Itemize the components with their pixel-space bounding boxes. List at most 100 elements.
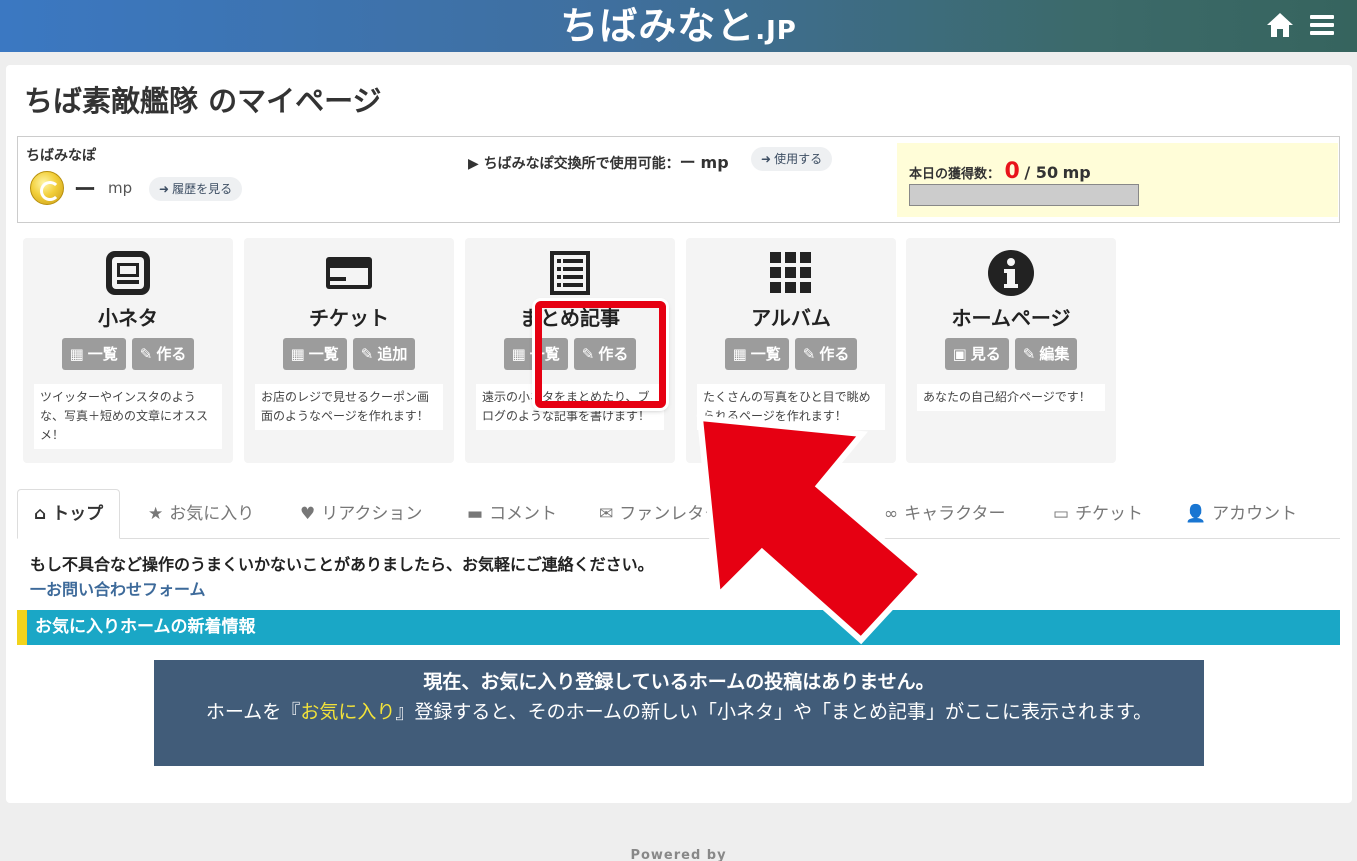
grid-icon: ▦ <box>511 345 526 363</box>
tile-description: ツイッターやインスタのような、写真＋短めの文章にオススメ！ <box>34 384 222 449</box>
edit-icon: ✎ <box>360 345 374 363</box>
grid-icon: ▦ <box>69 345 84 363</box>
tab-tickets[interactable]: ▭ チケット <box>1053 489 1143 539</box>
album-grid-icon <box>766 248 816 298</box>
tab-fanletters[interactable]: ✉ ファンレター <box>599 489 721 539</box>
edit-icon: ✎ <box>139 345 153 363</box>
tab-top[interactable]: ⌂ トップ <box>17 489 121 539</box>
favorites-news-heading: お気に入りホームの新着情報 <box>17 610 1340 645</box>
logo-suffix: .JP <box>755 16 797 46</box>
homepage-view-button[interactable]: ▣ 見る <box>944 338 1009 370</box>
grid-icon: ▦ <box>290 345 305 363</box>
info-icon <box>986 248 1036 298</box>
coin-icon <box>30 171 64 205</box>
tab-label: コメント <box>489 504 558 524</box>
tab-favorites[interactable]: ★ お気に入り <box>148 489 254 539</box>
tile-name: アルバム <box>751 306 831 330</box>
tile-description: あなたの自己紹介ページです！ <box>917 384 1105 411</box>
tile-name: ホームページ <box>951 306 1071 330</box>
tile-album: アルバム ▦ 一覧 ✎ 作る たくさんの写真をひと目で眺められるページを作れます！ <box>686 238 896 463</box>
history-button[interactable]: ➜ 履歴を見る <box>149 177 243 201</box>
button-label: 見る <box>970 345 1001 363</box>
glasses-icon: ∞ <box>884 504 899 524</box>
user-icon: 👤 <box>1185 504 1207 524</box>
site-logo[interactable]: ちばみなと.JP <box>0 0 1357 57</box>
points-balance: ー <box>74 178 97 203</box>
comment-icon: ▬ <box>467 504 484 524</box>
today-label: 本日の獲得数： <box>909 167 1001 182</box>
tab-label: トップ <box>52 504 104 524</box>
home-icon: ⌂ <box>34 504 47 524</box>
empty-description: ホームを『お気に入り』登録すると、そのホームの新しい「小ネタ」や「まとめ記事」が… <box>154 696 1204 728</box>
tile-ticket: チケット ▦ 一覧 ✎ 追加 お店のレジで見せるクーポン画面のようなページを作れます… <box>244 238 454 463</box>
tab-label: お気に入り <box>169 504 255 524</box>
news-heading-text: お気に入りホームの新着情報 <box>35 617 256 637</box>
button-label: 一覧 <box>308 345 339 363</box>
article-list-icon <box>545 248 595 298</box>
use-button[interactable]: ➜ 使用する <box>751 147 833 171</box>
ticket-list-button[interactable]: ▦ 一覧 <box>282 338 347 370</box>
edit-icon: ✎ <box>802 345 816 363</box>
use-label: 使用する <box>774 152 823 166</box>
today-unit: mp <box>1062 163 1091 182</box>
button-label: 作る <box>156 345 187 363</box>
empty-post: 』登録すると、そのホームの新しい「小ネタ」や「まとめ記事」がここに表示されます。 <box>395 701 1153 723</box>
button-label: 一覧 <box>87 345 118 363</box>
heart-icon: ♥ <box>300 504 316 524</box>
powered-by: Powered by <box>630 848 727 861</box>
image-icon: ▣ <box>952 345 967 363</box>
exchange-prefix: ▶ ちばみなぽ交換所で使用可能： <box>468 156 680 172</box>
exchange-value: ー <box>679 153 696 172</box>
hamburger-menu-icon[interactable] <box>1307 10 1337 40</box>
envelope-icon: ✉ <box>599 504 614 524</box>
empty-highlight: お気に入り <box>300 701 396 723</box>
tile-homepage: ホームページ ▣ 見る ✎ 編集 あなたの自己紹介ページです！ <box>906 238 1116 463</box>
tab-comments[interactable]: ▬ コメント <box>467 489 557 539</box>
home-icon[interactable] <box>1265 10 1295 40</box>
ticket-add-button[interactable]: ✎ 追加 <box>352 338 416 370</box>
album-create-button[interactable]: ✎ 作る <box>794 338 858 370</box>
grid-icon: ▦ <box>732 345 747 363</box>
mypage-tabs: ⌂ トップ ★ お気に入り ♥ リアクション ▬ コメント ✉ ファンレター ∞ キャラクタ… <box>17 489 1340 539</box>
today-max: / 50 <box>1024 163 1059 182</box>
ticket-card-icon <box>324 248 374 298</box>
homepage-edit-button[interactable]: ✎ 編集 <box>1014 338 1078 370</box>
tab-label: アカウント <box>1212 504 1298 524</box>
tab-account[interactable]: 👤 アカウント <box>1185 489 1297 539</box>
today-value: 0 <box>1004 159 1020 184</box>
tab-label: チケット <box>1075 504 1144 524</box>
album-list-button[interactable]: ▦ 一覧 <box>724 338 789 370</box>
edit-icon: ✎ <box>1022 345 1036 363</box>
exchange-unit: mp <box>700 153 729 172</box>
arrow-right-icon: ➜ <box>159 182 170 196</box>
history-label: 履歴を見る <box>172 182 233 196</box>
tab-label: ファンレター <box>619 504 722 524</box>
highlight-frame <box>535 301 666 408</box>
tile-konata: 小ネタ ▦ 一覧 ✎ 作る ツイッターやインスタのような、写真＋短めの文章にオススメ… <box>23 238 233 463</box>
star-icon: ★ <box>148 504 164 524</box>
tab-characters[interactable]: ∞ キャラクター <box>884 489 1006 539</box>
tile-name: 小ネタ <box>98 306 158 330</box>
tile-description: たくさんの写真をひと目で眺められるページを作れます！ <box>697 384 885 430</box>
ticket-icon: ▭ <box>1053 504 1070 524</box>
button-label: 一覧 <box>750 345 781 363</box>
contact-form-link[interactable]: 一お問い合わせフォーム <box>30 576 206 600</box>
mobile-icon <box>103 248 153 298</box>
empty-pre: ホームを『 <box>205 701 301 723</box>
button-label: 追加 <box>377 345 408 363</box>
tab-label: リアクション <box>321 504 423 524</box>
page-title: ちば素敵艦隊 のマイページ <box>24 84 382 118</box>
arrow-right-icon: ➜ <box>761 152 772 166</box>
tile-description: お店のレジで見せるクーポン画面のようなページを作れます！ <box>255 384 443 430</box>
empty-title: 現在、お気に入り登録しているホームの投稿はありません。 <box>423 671 935 693</box>
points-unit: mp <box>108 179 133 197</box>
top-bar: ちばみなと.JP <box>0 0 1357 52</box>
button-label: 編集 <box>1039 345 1070 363</box>
tab-reactions[interactable]: ♥ リアクション <box>300 489 422 539</box>
konata-list-button[interactable]: ▦ 一覧 <box>61 338 126 370</box>
konata-create-button[interactable]: ✎ 作る <box>131 338 195 370</box>
today-earned-text: 本日の獲得数： 0 / 50 mp <box>909 159 1091 184</box>
today-progress-bar <box>909 184 1139 206</box>
tab-label: キャラクター <box>904 504 1006 524</box>
empty-news-message: 現在、お気に入り登録しているホームの投稿はありません。 ホームを『お気に入り』登… <box>154 660 1204 766</box>
